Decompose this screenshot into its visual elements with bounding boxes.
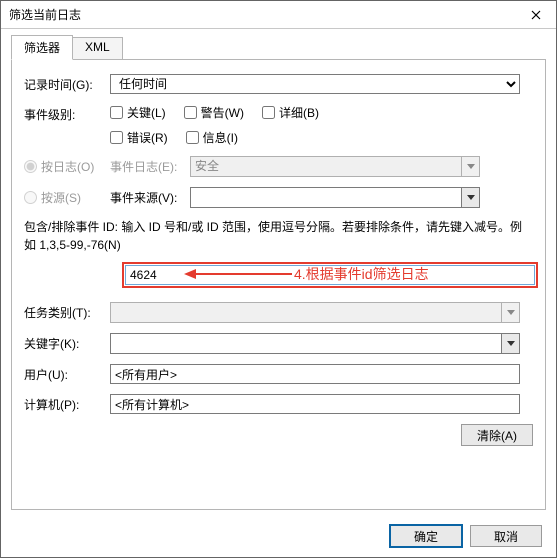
window-title: 筛选当前日志	[9, 6, 516, 23]
cb-verbose-input[interactable]	[262, 106, 275, 119]
ok-button[interactable]: 确定	[390, 525, 462, 547]
eventlog-combo: 安全	[190, 156, 480, 177]
eventsource-combo[interactable]	[190, 187, 480, 208]
keywords-value[interactable]	[110, 333, 502, 354]
user-input[interactable]	[110, 364, 520, 384]
cb-warning[interactable]: 警告(W)	[184, 104, 244, 121]
cb-info-input[interactable]	[186, 131, 199, 144]
keywords-dropdown-btn[interactable]	[502, 333, 520, 354]
task-dropdown-btn	[502, 302, 520, 323]
radio-bylog: 按日志(O)	[24, 158, 110, 175]
dialog-buttons: 确定 取消	[1, 517, 556, 557]
dialog-window: 筛选当前日志 筛选器 XML 记录时间(G): 任何时间 事件级别: 关键(L)…	[0, 0, 557, 558]
cancel-button[interactable]: 取消	[470, 525, 542, 547]
close-icon	[531, 10, 541, 20]
id-help-text: 包含/排除事件 ID: 输入 ID 号和/或 ID 范围，使用逗号分隔。若要排除…	[24, 218, 533, 254]
radio-bysource-input	[24, 191, 37, 204]
cb-verbose[interactable]: 详细(B)	[262, 104, 319, 121]
radio-bylog-input	[24, 160, 37, 173]
event-id-input[interactable]	[125, 265, 535, 285]
label-logged: 记录时间(G):	[24, 76, 110, 93]
label-keywords: 关键字(K):	[24, 335, 110, 352]
chevron-down-icon	[467, 164, 475, 170]
chevron-down-icon	[467, 195, 475, 201]
cb-error[interactable]: 错误(R)	[110, 129, 168, 146]
eventlog-dropdown-btn	[462, 156, 480, 177]
task-value	[110, 302, 502, 323]
tab-strip: 筛选器 XML	[11, 35, 546, 60]
label-eventlog: 事件日志(E):	[110, 158, 190, 175]
radio-bysource: 按源(S)	[24, 189, 110, 206]
filter-panel: 记录时间(G): 任何时间 事件级别: 关键(L) 警告(W) 详细(B) 错误…	[11, 59, 546, 510]
label-task: 任务类别(T):	[24, 304, 110, 321]
chevron-down-icon	[507, 310, 515, 316]
cb-critical-input[interactable]	[110, 106, 123, 119]
eventsource-value[interactable]	[190, 187, 462, 208]
clear-button[interactable]: 清除(A)	[461, 424, 533, 446]
chevron-down-icon	[507, 341, 515, 347]
label-eventsource: 事件来源(V):	[110, 189, 190, 206]
cb-critical[interactable]: 关键(L)	[110, 104, 166, 121]
close-button[interactable]	[516, 1, 556, 29]
tab-filter[interactable]: 筛选器	[11, 35, 73, 60]
titlebar: 筛选当前日志	[1, 1, 556, 29]
eventsource-dropdown-btn[interactable]	[462, 187, 480, 208]
cb-info[interactable]: 信息(I)	[186, 129, 238, 146]
keywords-combo[interactable]	[110, 333, 520, 354]
logged-time-select[interactable]: 任何时间	[110, 74, 520, 94]
label-level: 事件级别:	[24, 104, 110, 123]
cb-warning-input[interactable]	[184, 106, 197, 119]
id-highlight-box	[122, 262, 538, 288]
eventlog-value: 安全	[190, 156, 462, 177]
label-user: 用户(U):	[24, 366, 110, 383]
tab-xml[interactable]: XML	[72, 37, 123, 60]
computer-input[interactable]	[110, 394, 520, 414]
cb-error-input[interactable]	[110, 131, 123, 144]
label-computer: 计算机(P):	[24, 396, 110, 413]
task-combo	[110, 302, 520, 323]
